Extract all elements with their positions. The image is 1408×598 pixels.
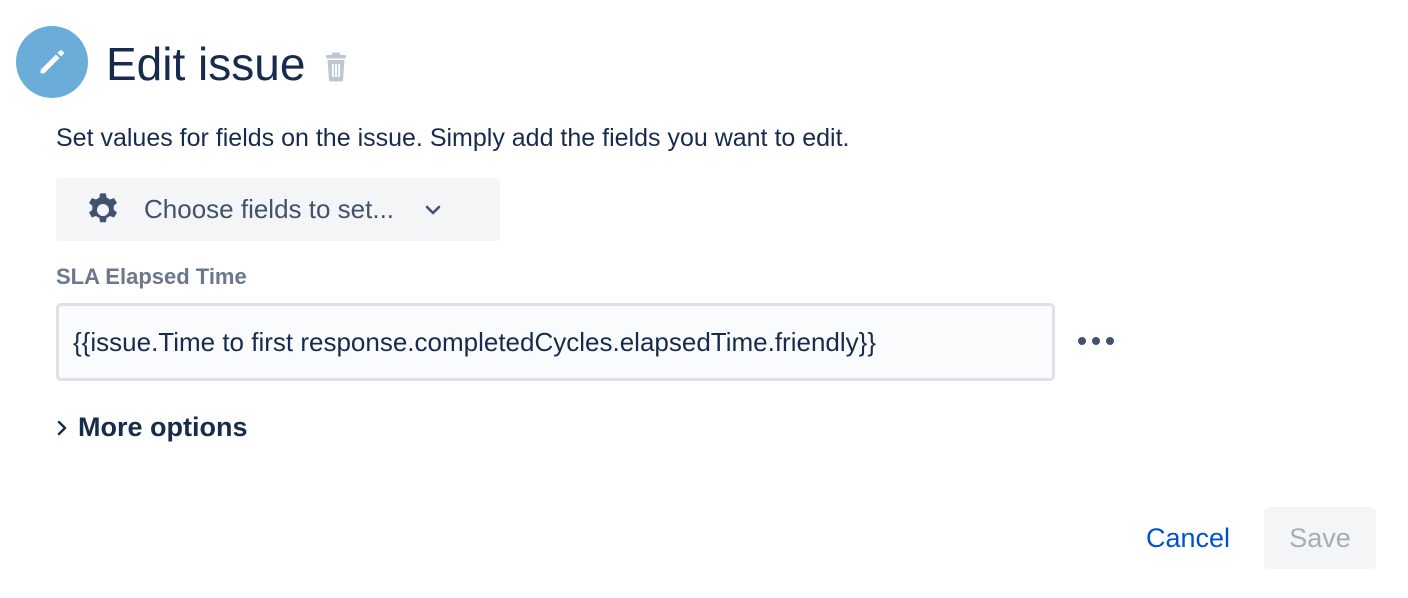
edit-issue-avatar xyxy=(16,26,88,98)
page-title: Edit issue xyxy=(106,38,306,90)
gear-icon xyxy=(84,191,122,229)
pencil-icon xyxy=(35,45,69,79)
dot xyxy=(1106,337,1114,345)
choose-fields-dropdown[interactable]: Choose fields to set... xyxy=(56,178,500,241)
more-horizontal-icon[interactable] xyxy=(1072,326,1120,356)
chevron-down-icon xyxy=(422,199,444,221)
save-button[interactable]: Save xyxy=(1264,507,1376,569)
dot xyxy=(1078,337,1086,345)
dot xyxy=(1092,337,1100,345)
choose-fields-label: Choose fields to set... xyxy=(144,194,395,224)
more-options-toggle[interactable]: More options xyxy=(54,412,248,443)
more-options-label: More options xyxy=(78,412,248,442)
field-label-sla-elapsed-time: SLA Elapsed Time xyxy=(56,264,247,289)
sla-elapsed-time-input[interactable] xyxy=(56,303,1055,381)
panel-description: Set values for fields on the issue. Simp… xyxy=(56,124,850,152)
trash-icon[interactable] xyxy=(322,52,350,82)
chevron-right-icon xyxy=(54,418,70,438)
edit-issue-panel: Edit issue Set values for fields on the … xyxy=(0,0,1408,598)
cancel-button[interactable]: Cancel xyxy=(1128,508,1248,568)
